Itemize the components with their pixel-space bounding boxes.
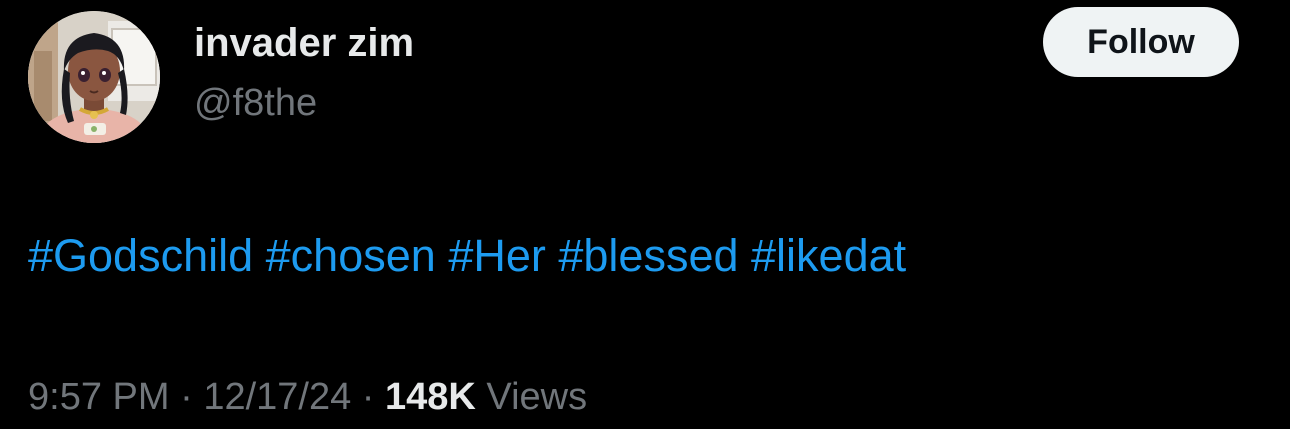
hashtag-link[interactable]: #blessed: [558, 230, 738, 281]
hashtag-link[interactable]: #chosen: [266, 230, 436, 281]
tweet-text: #Godschild #chosen #Her #blessed #likeda…: [28, 228, 906, 284]
views-count[interactable]: 148K: [385, 376, 476, 418]
tweet-date[interactable]: 12/17/24: [203, 376, 351, 418]
views-label[interactable]: Views: [486, 376, 587, 418]
avatar[interactable]: [28, 11, 160, 143]
author-handle[interactable]: @f8the: [194, 80, 317, 126]
meta-separator: ·: [361, 376, 375, 418]
tweet-card: invader zim @f8the Follow #Godschild #ch…: [0, 0, 1290, 429]
hashtag-link[interactable]: #likedat: [751, 230, 906, 281]
anime-girl-avatar-icon: [28, 11, 160, 143]
hashtag-link[interactable]: #Godschild: [28, 230, 253, 281]
follow-button[interactable]: Follow: [1043, 7, 1239, 77]
author-display-name[interactable]: invader zim: [194, 18, 414, 68]
hashtag-link[interactable]: #Her: [448, 230, 546, 281]
tweet-time[interactable]: 9:57 PM: [28, 376, 170, 418]
tweet-meta: 9:57 PM · 12/17/24 · 148K Views: [28, 372, 587, 422]
meta-separator: ·: [180, 376, 193, 418]
